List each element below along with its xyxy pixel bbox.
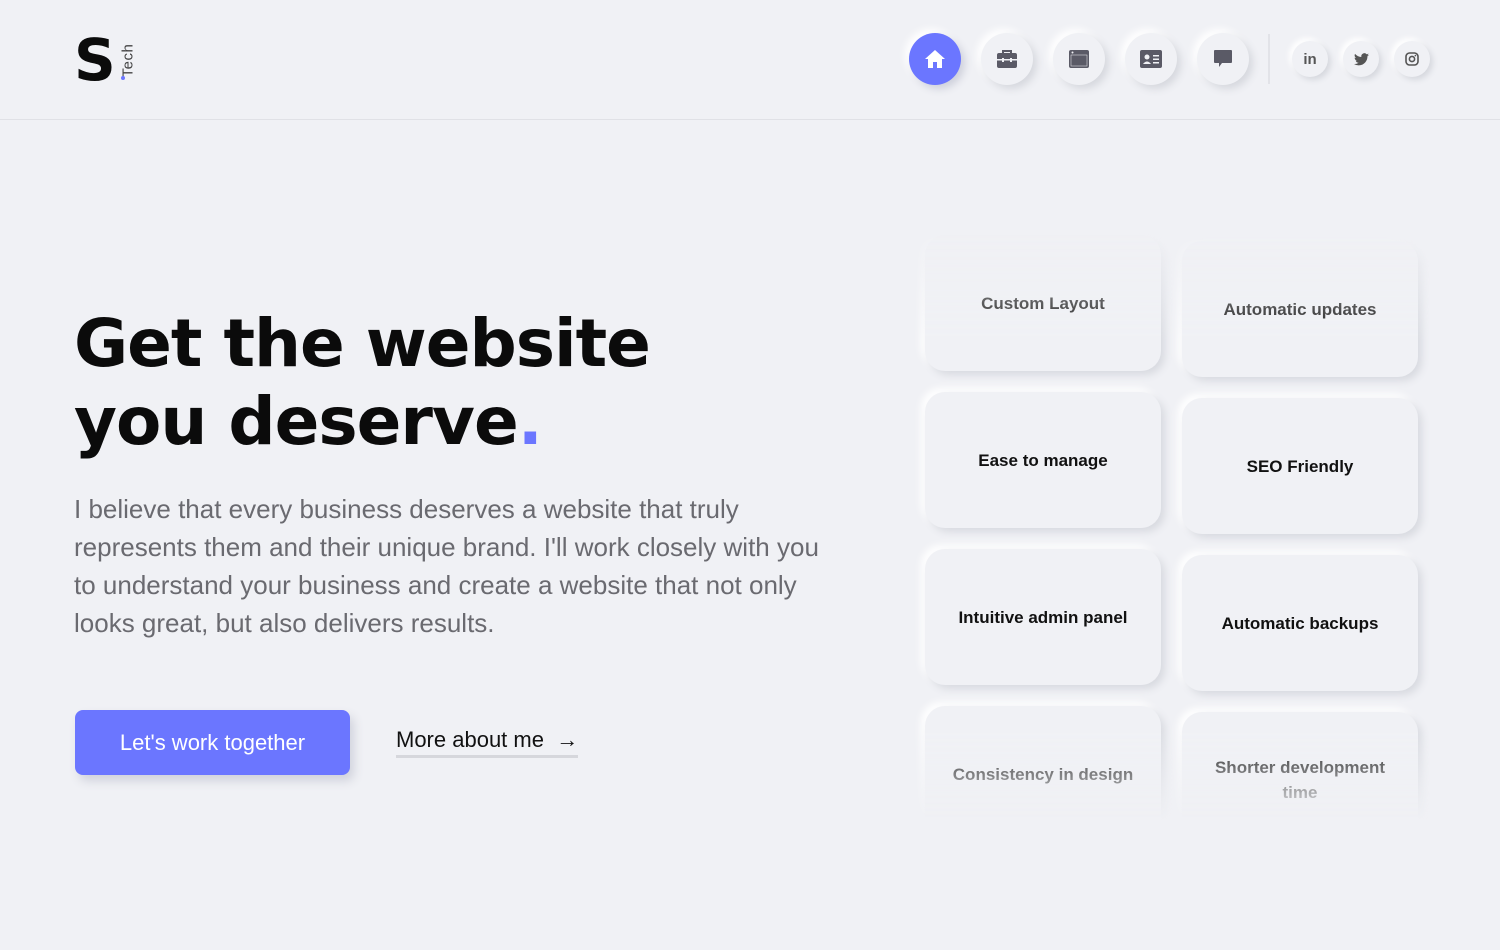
- instagram-icon: [1405, 52, 1419, 66]
- nav-about-button[interactable]: [1125, 33, 1177, 85]
- feature-card: SEO Friendly: [1182, 398, 1418, 534]
- hero-title-line2: you deserve: [74, 383, 519, 460]
- hero-title-dot: .: [517, 383, 543, 460]
- feature-card: Custom Layout: [925, 235, 1161, 371]
- linkedin-icon: in: [1303, 50, 1317, 68]
- feature-card: Automatic updates: [1182, 241, 1418, 377]
- logo-suffix: Tech: [119, 43, 137, 78]
- social-nav: in: [1292, 41, 1445, 77]
- feature-card: Intuitive admin panel: [925, 549, 1161, 685]
- twitter-button[interactable]: [1343, 41, 1379, 77]
- feature-label: Consistency in design: [952, 764, 1134, 784]
- chat-bubble-icon: [1214, 50, 1232, 67]
- id-card-icon: [1140, 50, 1162, 68]
- logo-letter: S: [74, 26, 116, 94]
- more-about-me-label: More about me: [396, 727, 544, 752]
- home-icon: [925, 50, 945, 68]
- feature-card: Ease to manage: [925, 392, 1161, 528]
- feature-label: Shorter development time: [1214, 758, 1386, 802]
- hero-title-line1: Get the website: [74, 305, 651, 382]
- hero-title: Get the website you deserve.: [74, 305, 651, 461]
- feature-label: Ease to manage: [978, 450, 1108, 470]
- logo[interactable]: S Tech: [74, 26, 137, 94]
- feature-card: Shorter development time: [1182, 712, 1418, 848]
- linkedin-button[interactable]: in: [1292, 41, 1328, 77]
- feature-label: Automatic backups: [1221, 613, 1379, 633]
- instagram-button[interactable]: [1394, 41, 1430, 77]
- nav-portfolio-button[interactable]: [1053, 33, 1105, 85]
- nav-home-button[interactable]: [909, 33, 961, 85]
- main-nav: [909, 33, 1269, 85]
- feature-card: Consistency in design: [925, 706, 1161, 842]
- features-grid: Custom Layout Automatic updates Ease to …: [910, 230, 1430, 848]
- nav-contact-button[interactable]: [1197, 33, 1249, 85]
- arrow-right-icon: →: [556, 727, 579, 752]
- feature-label: Automatic updates: [1223, 299, 1377, 319]
- feature-card: Automatic backups: [1182, 555, 1418, 691]
- hero-description: I believe that every business deserves a…: [74, 494, 819, 638]
- header: S Tech in: [0, 0, 1500, 120]
- nav-divider: [1268, 34, 1270, 84]
- nav-services-button[interactable]: [981, 33, 1033, 85]
- work-together-button[interactable]: Let's work together: [75, 710, 350, 775]
- feature-label: Intuitive admin panel: [958, 607, 1128, 627]
- browser-window-icon: [1069, 50, 1089, 68]
- briefcase-icon: [997, 50, 1017, 68]
- logo-dot: [121, 76, 125, 80]
- feature-label: SEO Friendly: [1246, 456, 1354, 476]
- more-about-me-link[interactable]: More about me →: [396, 727, 579, 758]
- feature-label: Custom Layout: [981, 293, 1105, 313]
- twitter-icon: [1353, 52, 1369, 65]
